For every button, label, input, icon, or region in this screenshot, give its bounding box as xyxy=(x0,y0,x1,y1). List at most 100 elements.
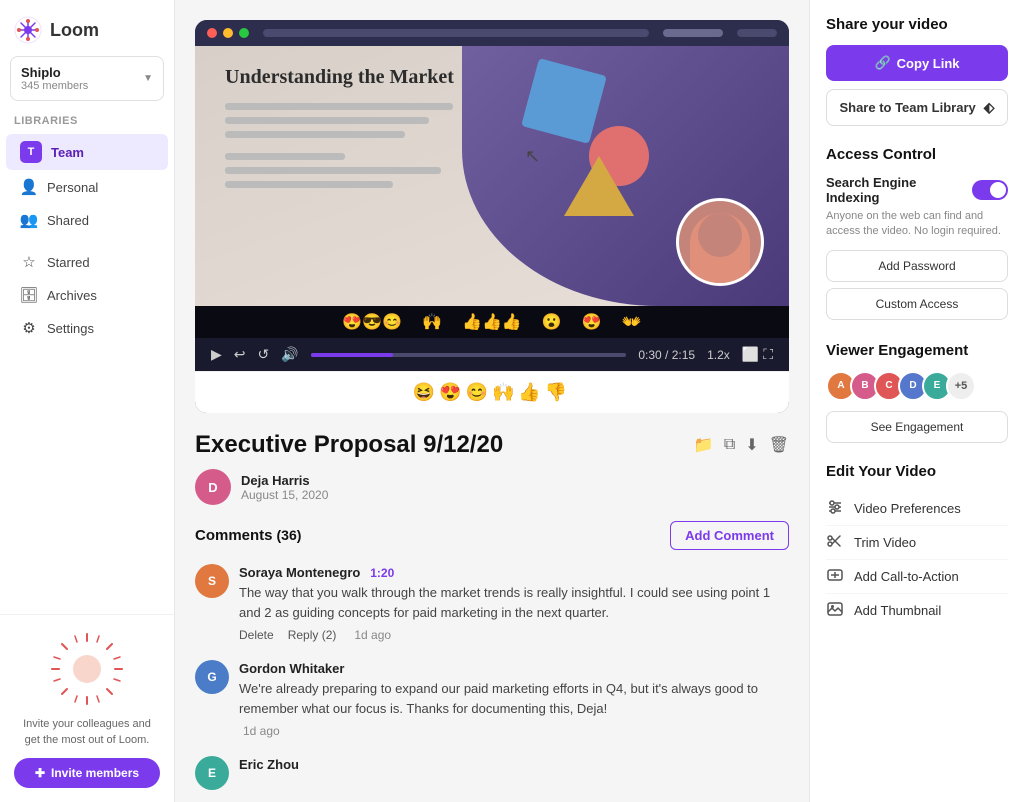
volume-button[interactable]: 🔊 xyxy=(281,346,298,363)
custom-access-button[interactable]: Custom Access xyxy=(826,288,1008,320)
presenter-circle xyxy=(676,198,764,286)
cta-item[interactable]: Add Call-to-Action xyxy=(826,560,1008,594)
see-engagement-button[interactable]: See Engagement xyxy=(826,411,1008,443)
sidebar-item-settings[interactable]: ⚙ Settings xyxy=(6,312,168,344)
author-name: Deja Harris xyxy=(241,473,328,488)
comment-text-2: We're already preparing to expand our pa… xyxy=(239,679,789,718)
copy-link-button[interactable]: 🔗 Copy Link xyxy=(826,45,1008,81)
comment-age-2: 1d ago xyxy=(243,724,280,738)
reply-comment-button[interactable]: Reply (2) xyxy=(288,628,337,642)
cursor-icon: ↖ xyxy=(525,146,540,167)
total-time: 2:15 xyxy=(672,348,695,362)
copy-link-label: Copy Link xyxy=(897,56,960,71)
right-panel: Share your video 🔗 Copy Link Share to Te… xyxy=(809,0,1024,802)
comment-author-1: Soraya Montenegro xyxy=(239,565,360,580)
delete-comment-button[interactable]: Delete xyxy=(239,628,274,642)
share-team-icon: ⬖ xyxy=(984,99,995,116)
commenter-avatar-soraya: S xyxy=(195,564,229,598)
comment-text-1: The way that you walk through the market… xyxy=(239,583,789,622)
add-password-button[interactable]: Add Password xyxy=(826,250,1008,282)
reaction-heart: 😍 xyxy=(582,312,602,332)
comment-author-2: Gordon Whitaker xyxy=(239,661,344,676)
play-button[interactable]: ▶ xyxy=(211,346,222,363)
trim-video-item[interactable]: Trim Video xyxy=(826,526,1008,560)
sidebar-item-team[interactable]: T Team xyxy=(6,134,168,170)
trim-video-label: Trim Video xyxy=(854,535,916,550)
indexing-desc: Anyone on the web can find and access th… xyxy=(826,209,1008,240)
comments-count: (36) xyxy=(277,527,302,543)
app-name: Loom xyxy=(50,20,99,41)
link-icon: 🔗 xyxy=(874,55,890,71)
thumbnail-item[interactable]: Add Thumbnail xyxy=(826,594,1008,627)
pip-button[interactable]: ⬜ xyxy=(742,346,759,363)
invite-illustration xyxy=(14,629,160,709)
video-slide-area: Understanding the Market ↖ xyxy=(195,46,789,306)
comment-item: G Gordon Whitaker We're already preparin… xyxy=(195,660,789,738)
settings-icon: ⚙ xyxy=(20,319,38,337)
sidebar-item-archives[interactable]: 🗄 Archives xyxy=(6,279,168,311)
team-icon: T xyxy=(20,141,42,163)
comment-item: E Eric Zhou xyxy=(195,756,789,790)
video-title: Executive Proposal 9/12/20 xyxy=(195,431,503,459)
access-control-section: Access Control Search Engine Indexing An… xyxy=(826,146,1008,326)
share-title: Share your video xyxy=(826,16,1008,33)
folder-button[interactable]: 📁 xyxy=(694,435,714,455)
comments-title-row: Comments (36) xyxy=(195,527,301,544)
speed-button[interactable]: 1.2x xyxy=(707,348,730,362)
cta-label: Add Call-to-Action xyxy=(854,569,959,584)
comment-author-3: Eric Zhou xyxy=(239,757,299,772)
browser-controls xyxy=(663,29,723,37)
image-icon xyxy=(826,601,844,620)
comment-actions-1: Delete Reply (2) 1d ago xyxy=(239,628,789,642)
sidebar-item-personal[interactable]: 👤 Personal xyxy=(6,171,168,203)
bottom-emojis: 😆😍😊🙌👍👎 xyxy=(195,371,789,413)
video-preferences-item[interactable]: Video Preferences xyxy=(826,492,1008,526)
download-button[interactable]: ⬇ xyxy=(745,435,758,455)
fullscreen-button[interactable]: ⛶ xyxy=(763,346,773,363)
nav-label-settings: Settings xyxy=(47,321,94,336)
progress-fill xyxy=(311,353,393,357)
sun-illustration-icon xyxy=(47,629,127,709)
shape-gold xyxy=(564,156,634,216)
share-team-button[interactable]: Share to Team Library ⬖ xyxy=(826,89,1008,126)
nav-label-archives: Archives xyxy=(47,288,97,303)
sliders-icon xyxy=(826,499,844,518)
invite-text: Invite your colleagues and get the most … xyxy=(14,717,160,748)
invite-members-button[interactable]: ✚ Invite members xyxy=(14,758,160,788)
person-icon: 👤 xyxy=(20,178,38,196)
comment-timestamp-1[interactable]: 1:20 xyxy=(370,566,394,580)
current-time: 0:30 xyxy=(638,348,661,362)
author-avatar: D xyxy=(195,469,231,505)
browser-extra xyxy=(737,29,777,37)
rewind-button[interactable]: ↩ xyxy=(234,346,246,363)
workspace-selector[interactable]: Shiplo 345 members ▼ xyxy=(10,56,164,101)
refresh-button[interactable]: ↺ xyxy=(258,346,270,363)
loom-logo-icon xyxy=(14,16,42,44)
sidebar-item-shared[interactable]: 👥 Shared xyxy=(6,204,168,236)
main-content: Understanding the Market ↖ xyxy=(175,0,809,802)
thumbnail-label: Add Thumbnail xyxy=(854,603,941,618)
access-control-title: Access Control xyxy=(826,146,1008,163)
nav-label-personal: Personal xyxy=(47,180,98,195)
chevron-down-icon: ▼ xyxy=(143,73,153,84)
slide-title: Understanding the Market xyxy=(225,66,759,89)
nav-label-shared: Shared xyxy=(47,213,89,228)
delete-button[interactable]: 🗑 xyxy=(769,435,789,455)
indexing-toggle[interactable] xyxy=(972,180,1008,200)
reaction-clap: 👐 xyxy=(622,312,642,332)
sidebar-item-starred[interactable]: ☆ Starred xyxy=(6,246,168,278)
commenter-avatar-gordon: G xyxy=(195,660,229,694)
bottom-emoji-1: 😆😍😊🙌👍👎 xyxy=(413,382,571,402)
video-actions: 📁 ⧉ ⬇ 🗑 xyxy=(694,435,789,455)
progress-bar[interactable] xyxy=(311,353,627,357)
reaction-hands: 🙌 xyxy=(422,312,442,332)
add-comment-button[interactable]: Add Comment xyxy=(670,521,789,550)
nav-label-starred: Starred xyxy=(47,255,90,270)
copy-button[interactable]: ⧉ xyxy=(724,435,735,455)
workspace-name: Shiplo xyxy=(21,65,88,80)
workspace-members: 345 members xyxy=(21,80,88,92)
time-display: 0:30 / 2:15 xyxy=(638,348,695,362)
time-separator: / xyxy=(665,348,672,362)
nav-label-team: Team xyxy=(51,145,84,160)
view-buttons: ⬜ ⛶ xyxy=(742,346,773,363)
